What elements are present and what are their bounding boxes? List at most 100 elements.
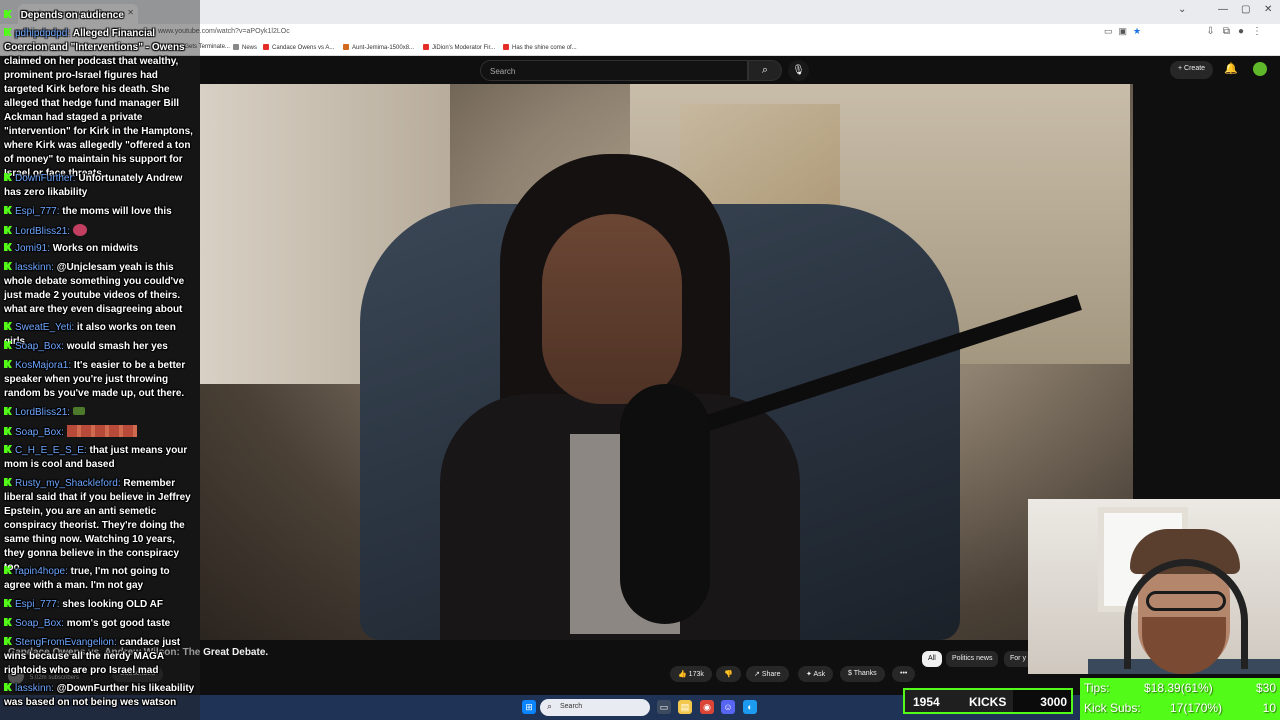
- chat-emote-icon: [66, 425, 137, 437]
- menu-icon[interactable]: ⋮: [1252, 26, 1270, 37]
- kick-badge-icon: [4, 427, 12, 435]
- chat-message: LordBliss21:: [4, 224, 196, 239]
- download-icon[interactable]: ⇩: [1206, 26, 1222, 37]
- bookmark-item[interactable]: Has the shine come of...: [503, 44, 577, 51]
- bookmark-item[interactable]: Candace Owens vs A...: [263, 44, 334, 51]
- search-button[interactable]: ⌕: [748, 60, 782, 81]
- chat-username[interactable]: LordBliss21:: [15, 226, 73, 237]
- kick-badge-icon: [4, 28, 12, 36]
- chat-username[interactable]: Soap_Box:: [15, 427, 67, 438]
- kick-badge-icon: [4, 599, 12, 607]
- search-icon: ⌕: [761, 64, 769, 76]
- voice-search-button[interactable]: 🎙: [788, 60, 809, 81]
- webcam-overlay: [1028, 499, 1280, 674]
- close-window-icon[interactable]: ✕: [1264, 4, 1272, 15]
- chat-message: lasskinn: @Unjclesam yeah is this whole …: [4, 261, 196, 317]
- task-view-icon[interactable]: ▭: [657, 700, 671, 714]
- more-actions-button[interactable]: •••: [892, 666, 916, 682]
- chat-emote-icon: [72, 224, 87, 236]
- tips-goal: $30: [1255, 681, 1276, 695]
- chip-all[interactable]: All: [922, 651, 942, 667]
- kick-badge-icon: [4, 407, 12, 415]
- chat-username[interactable]: lasskinn:: [15, 262, 57, 273]
- kick-badge-icon: [4, 683, 12, 691]
- windows-start-icon[interactable]: ⊞: [522, 700, 536, 714]
- file-explorer-icon[interactable]: ▤: [678, 700, 692, 714]
- chat-username[interactable]: DownFurther:: [15, 173, 78, 184]
- subs-goal: 10: [1262, 701, 1276, 715]
- share-button[interactable]: ↗ Share: [746, 666, 789, 682]
- chat-username[interactable]: Rusty_my_Shackleford:: [15, 478, 123, 489]
- bookmark-star-icon[interactable]: ★: [1133, 26, 1147, 36]
- kick-badge-icon: [4, 566, 12, 574]
- search-icon: ⌕: [547, 701, 553, 711]
- like-button[interactable]: 👍 173k: [670, 666, 712, 682]
- address-bar-icons: ⇩⧉●⋮: [1206, 26, 1270, 37]
- ask-button[interactable]: ✦ Ask: [798, 666, 834, 682]
- chat-username[interactable]: StengFromEvangelion:: [15, 637, 120, 648]
- search-input[interactable]: Search: [480, 60, 748, 81]
- chat-username[interactable]: Espi_777:: [15, 206, 62, 217]
- thumbs-up-icon: 👍: [678, 671, 689, 678]
- account-avatar[interactable]: [1253, 62, 1267, 76]
- kicks-current: 1954: [913, 695, 940, 709]
- app-icon[interactable]: ◐: [743, 700, 757, 714]
- notifications-bell-icon[interactable]: 🔔: [1224, 62, 1238, 75]
- minimize-icon[interactable]: —: [1218, 4, 1228, 15]
- chat-username[interactable]: Espi_777:: [15, 599, 62, 610]
- video-speaker-face: [542, 214, 682, 404]
- folder-icon: [233, 44, 239, 50]
- profile-icon[interactable]: ●: [1238, 26, 1252, 37]
- kick-badge-icon: [4, 243, 12, 251]
- taskbar-search[interactable]: ⌕ Search: [540, 699, 650, 716]
- bookmark-item[interactable]: JiDion's Moderator Fir...: [423, 44, 495, 51]
- chat-message: C_H_E_E_S_E: that just means your mom is…: [4, 444, 196, 472]
- chat-overlay: . Depends on audience pdhipdpdpd: Allege…: [0, 0, 200, 720]
- screen: Candace Owens vs Andrew... ✕ ⌄ — ▢ ✕ www…: [0, 0, 1280, 720]
- chat-username[interactable]: LordBliss21:: [15, 407, 73, 418]
- cast-icon[interactable]: ▭: [1104, 26, 1119, 36]
- chat-username[interactable]: lasskinn:: [15, 683, 57, 694]
- kick-badge-icon: [4, 618, 12, 626]
- chat-username[interactable]: Jomi91:: [15, 243, 53, 254]
- create-button[interactable]: + Create: [1170, 61, 1214, 79]
- chrome-icon[interactable]: ◉: [700, 700, 714, 714]
- chat-message: LordBliss21:: [4, 406, 196, 420]
- kick-badge-icon: [4, 226, 12, 234]
- chat-message: lasskinn: @DownFurther his likeability w…: [4, 682, 196, 710]
- chat-username[interactable]: pdhipdpdpd:: [15, 28, 73, 39]
- chat-message: Espi_777: shes looking OLD AF: [4, 598, 196, 612]
- kick-badge-icon: [4, 478, 12, 486]
- kick-badge-icon: [4, 341, 12, 349]
- tips-value: $18.39(61%): [1144, 681, 1213, 695]
- subs-label: Kick Subs:: [1084, 701, 1141, 715]
- chat-username[interactable]: Soap_Box:: [15, 341, 67, 352]
- screenshot-icon[interactable]: ▣: [1119, 26, 1134, 36]
- chat-username[interactable]: rapin4hope:: [15, 566, 71, 577]
- video-player[interactable]: [200, 84, 1133, 640]
- chat-message: Soap_Box: mom's got good taste: [4, 617, 196, 631]
- discord-icon[interactable]: ☺: [721, 700, 735, 714]
- maximize-icon[interactable]: ▢: [1241, 4, 1250, 15]
- chat-emote-icon: [72, 407, 85, 415]
- chip-politics-news[interactable]: Politics news: [946, 651, 999, 667]
- kicks-label: KICKS: [969, 695, 1007, 709]
- chat-text: Alleged Financial Coercion and "Interven…: [4, 28, 193, 179]
- tab-search-icon[interactable]: ⌄: [1178, 4, 1186, 15]
- bookmark-item[interactable]: News: [233, 44, 257, 51]
- chat-message: Espi_777: the moms will love this: [4, 205, 196, 219]
- dislike-button[interactable]: 👎: [716, 666, 741, 682]
- bookmark-item[interactable]: Aunt-Jemima-1500x8...: [343, 44, 414, 51]
- chat-username[interactable]: C_H_E_E_S_E:: [15, 445, 90, 456]
- kicks-goal-widget: 1954 KICKS 3000: [903, 688, 1073, 714]
- chat-message: Soap_Box:: [4, 425, 196, 440]
- extensions-icon[interactable]: ⧉: [1223, 26, 1238, 37]
- chat-username[interactable]: Soap_Box:: [15, 618, 67, 629]
- chat-text: shes looking OLD AF: [62, 599, 164, 610]
- chat-text: mom's got good taste: [66, 618, 171, 629]
- chat-username[interactable]: SweatE_Yeti:: [15, 322, 77, 333]
- image-icon: [343, 44, 349, 50]
- chat-username[interactable]: KosMajora1:: [15, 360, 74, 371]
- thanks-button[interactable]: $ Thanks: [840, 666, 885, 682]
- kick-badge-icon: [4, 322, 12, 330]
